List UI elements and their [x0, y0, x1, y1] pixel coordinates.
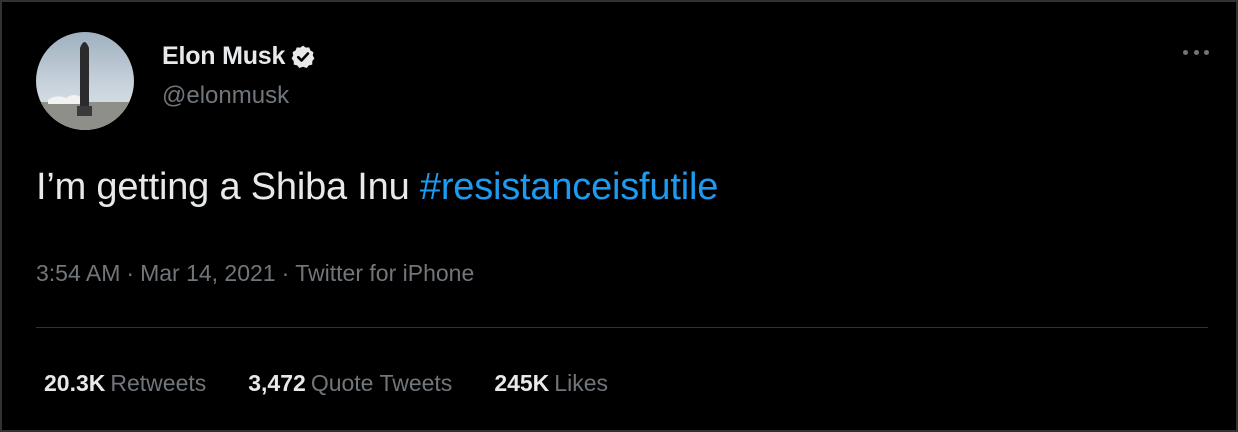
tweet-metadata: 3:54 AM · Mar 14, 2021 · Twitter for iPhone — [36, 260, 474, 287]
tweet-source[interactable]: Twitter for iPhone — [295, 260, 474, 286]
tweet-date[interactable]: Mar 14, 2021 — [140, 260, 276, 286]
tweet-card: Elon Musk @elonmusk I’m getting a Shiba … — [0, 0, 1238, 432]
more-dot — [1193, 49, 1199, 55]
more-dot — [1183, 49, 1188, 55]
hashtag-link[interactable]: #resistanceisfutile — [420, 166, 718, 208]
retweets-label: Retweets — [110, 370, 207, 396]
tweet-text: I’m getting a Shiba Inu #resistanceisfut… — [36, 166, 718, 209]
tweet-body-text: I’m getting a Shiba Inu — [36, 166, 420, 208]
more-dot — [1204, 49, 1209, 55]
divider — [36, 327, 1208, 328]
tweet-time[interactable]: 3:54 AM — [36, 260, 120, 286]
more-options-icon[interactable] — [1178, 40, 1214, 64]
avatar-image — [36, 32, 134, 130]
likes-count: 245K — [494, 370, 550, 396]
avatar[interactable] — [36, 32, 134, 130]
retweets-count: 20.3K — [44, 370, 106, 396]
quote-tweets-count: 3,472 — [248, 370, 306, 396]
engagement-stats: 20.3K Retweets 3,472 Quote Tweets 245K Like… — [44, 370, 650, 397]
author-handle[interactable]: @elonmusk — [162, 82, 289, 110]
meta-separator: · — [281, 260, 290, 286]
quote-tweets-stat[interactable]: 3,472 Quote Tweets — [248, 370, 452, 397]
quote-tweets-label: Quote Tweets — [310, 370, 453, 396]
retweets-stat[interactable]: 20.3K Retweets — [44, 370, 206, 397]
likes-label: Likes — [554, 370, 608, 396]
author-display-name[interactable]: Elon Musk — [162, 42, 285, 71]
meta-separator: · — [126, 260, 135, 286]
author-name-row[interactable]: Elon Musk — [162, 42, 316, 71]
likes-stat[interactable]: 245K Likes — [494, 370, 608, 397]
verified-badge-icon — [290, 44, 316, 70]
